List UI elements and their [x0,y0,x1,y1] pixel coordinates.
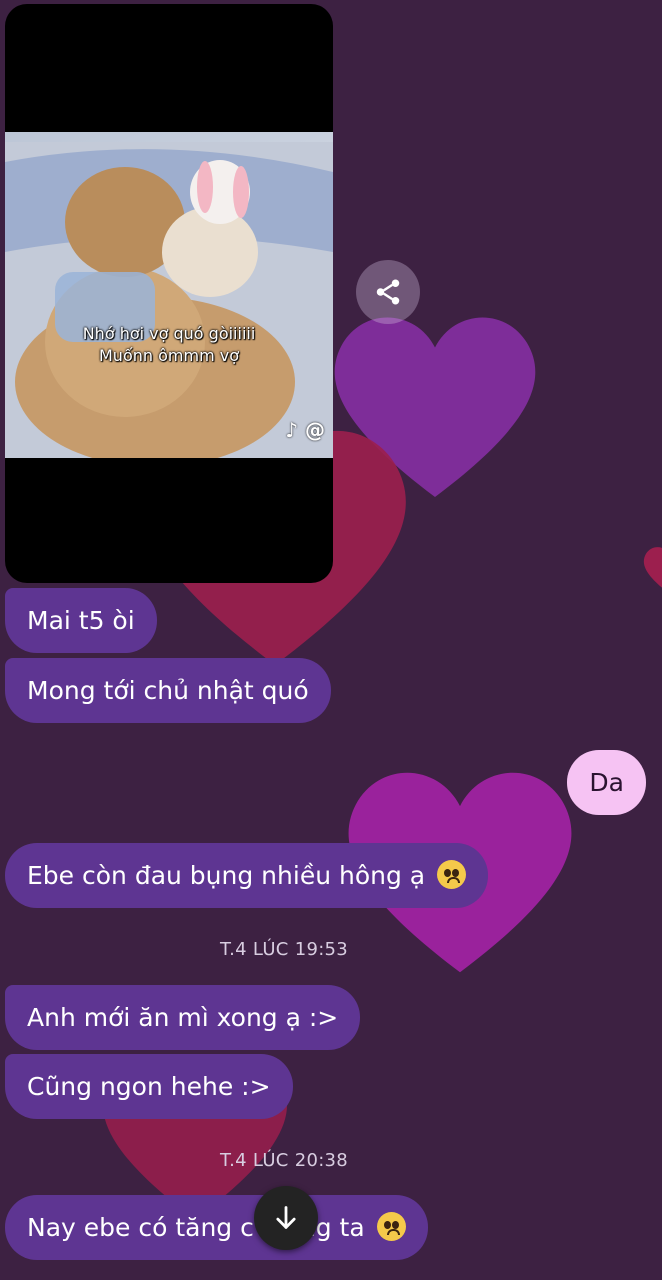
message-text: Mong tới chủ nhật quó [27,676,309,705]
message-text: Cũng ngon hehe :> [27,1072,271,1101]
arrow-down-icon [276,1206,296,1229]
message-text-part-1: Nay ebe có tăng c [27,1213,254,1242]
tiktok-handle: @ [305,418,325,442]
tiktok-watermark: ♪ @ [285,418,325,442]
pleading-face-emoji-icon [437,860,467,889]
incoming-message[interactable]: Nay ebe có tăng c ng ta [5,1195,428,1260]
tiktok-logo-icon: ♪ [285,418,299,442]
shared-video-message[interactable]: Nhớ hơi vợ quó gòiiiiii Muốnn ômmm vợ ♪ … [5,4,333,583]
cat-image [5,142,333,458]
incoming-message[interactable]: Anh mới ăn mì xong ạ :> [5,985,361,1050]
pleading-face-emoji-icon [376,1212,406,1241]
video-caption-line-1: Nhớ hơi vợ quó gòiiiiii [82,324,256,343]
message-text: Anh mới ăn mì xong ạ :> [27,1003,339,1032]
incoming-message[interactable]: Cũng ngon hehe :> [5,1054,293,1119]
video-caption: Nhớ hơi vợ quó gòiiiiii Muốnn ômmm vợ [5,323,333,367]
heart-decoration-edge [643,547,662,588]
incoming-message[interactable]: Ebe còn đau bụng nhiều hông ạ [5,843,489,908]
incoming-message[interactable]: Mong tới chủ nhật quó [5,658,331,723]
message-text: Ebe còn đau bụng nhiều hông ạ [27,861,426,890]
incoming-message[interactable]: Mai t5 òi [5,588,157,653]
message-timestamp: T.4 LÚC 19:53 [219,939,349,960]
video-caption-line-2: Muốnn ômmm vợ [99,346,239,365]
message-timestamp: T.4 LÚC 20:38 [219,1150,349,1171]
message-text: Mai t5 òi [27,606,135,635]
share-button[interactable] [356,260,420,324]
video-thumbnail: Nhớ hơi vợ quó gòiiiiii Muốnn ômmm vợ ♪ … [5,132,333,458]
scroll-to-bottom-button[interactable] [254,1186,318,1250]
outgoing-message[interactable]: Da [567,750,646,815]
message-text: Da [589,768,624,797]
share-icon [376,279,400,305]
